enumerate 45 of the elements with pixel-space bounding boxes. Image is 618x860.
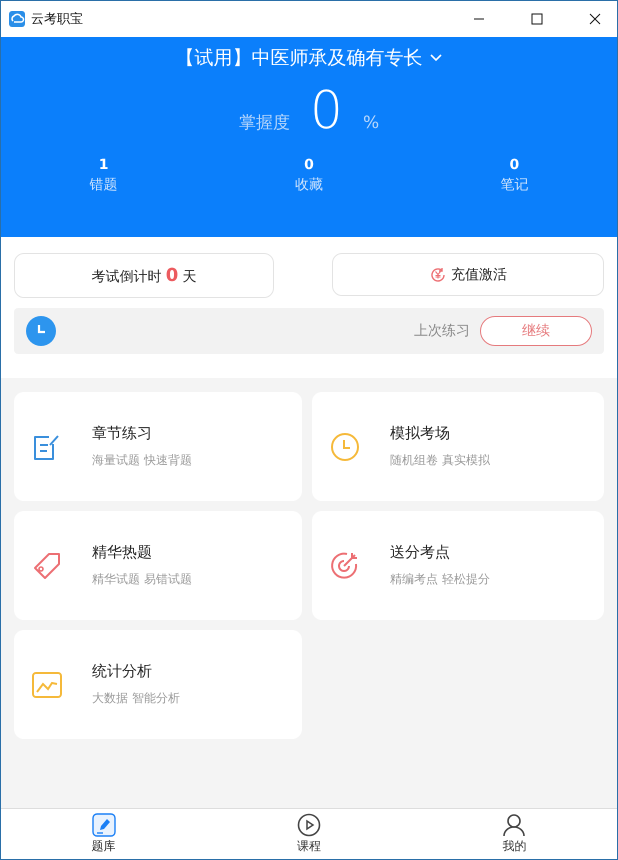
feature-card[interactable]: 章节练习 海量试题 快速背题 bbox=[14, 392, 302, 501]
clock-icon bbox=[330, 432, 360, 462]
card-subtitle: 随机组卷 真实模拟 bbox=[390, 452, 490, 469]
card-title: 送分考点 bbox=[390, 543, 451, 562]
feature-card[interactable]: 统计分析 大数据 智能分析 bbox=[14, 630, 302, 739]
app-logo-icon bbox=[9, 11, 25, 27]
clock-icon bbox=[26, 316, 56, 346]
window-title: 云考职宝 bbox=[31, 11, 83, 28]
stat-label: 笔记 bbox=[500, 176, 528, 194]
last-practice-text: 上次练习 bbox=[414, 322, 470, 340]
card-subtitle: 海量试题 快速背题 bbox=[92, 452, 192, 469]
card-subtitle: 大数据 智能分析 bbox=[92, 690, 180, 707]
card-subtitle: 精华试题 易错试题 bbox=[92, 571, 192, 588]
stat-value: 0 bbox=[509, 157, 520, 173]
feature-card[interactable]: 模拟考场 随机组卷 真实模拟 bbox=[312, 392, 604, 501]
stat-value: 0 bbox=[304, 157, 314, 173]
person-icon bbox=[502, 813, 526, 837]
nav-tab[interactable]: 我的 bbox=[412, 809, 617, 859]
recharge-button[interactable]: 充值激活 bbox=[332, 253, 604, 296]
chart-picture-icon bbox=[32, 672, 62, 698]
yuan-refresh-icon bbox=[429, 266, 447, 284]
stat-value: 1 bbox=[98, 157, 109, 173]
card-title: 模拟考场 bbox=[390, 424, 451, 443]
play-icon bbox=[296, 813, 321, 837]
maximize-icon[interactable] bbox=[531, 13, 543, 25]
close-icon[interactable] bbox=[589, 13, 601, 25]
card-subtitle: 精编考点 轻松提分 bbox=[390, 571, 490, 588]
card-title: 章节练习 bbox=[92, 424, 153, 443]
mastery-label: 掌握度 bbox=[238, 112, 290, 134]
stat-label: 错题 bbox=[90, 176, 118, 194]
course-selector[interactable]: 【试用】中医师承及确有专长 bbox=[176, 45, 442, 71]
countdown-text: 考试倒计时 0 天 bbox=[91, 265, 197, 286]
stat-label: 收藏 bbox=[294, 176, 323, 194]
nav-tab[interactable]: 题库 bbox=[1, 809, 206, 859]
percent-unit: % bbox=[362, 113, 380, 133]
mastery-value: 0 bbox=[310, 85, 343, 137]
chevron-down-icon bbox=[428, 53, 442, 63]
card-title: 精华热题 bbox=[92, 543, 153, 562]
card-title: 统计分析 bbox=[92, 662, 153, 681]
nav-tab[interactable]: 课程 bbox=[206, 809, 412, 859]
tag-icon bbox=[33, 552, 61, 580]
feature-card[interactable]: 送分考点 精编考点 轻松提分 bbox=[312, 511, 604, 620]
target-arrow-icon bbox=[330, 550, 360, 580]
feature-card[interactable]: 精华热题 精华试题 易错试题 bbox=[14, 511, 302, 620]
pen-icon bbox=[92, 813, 116, 837]
